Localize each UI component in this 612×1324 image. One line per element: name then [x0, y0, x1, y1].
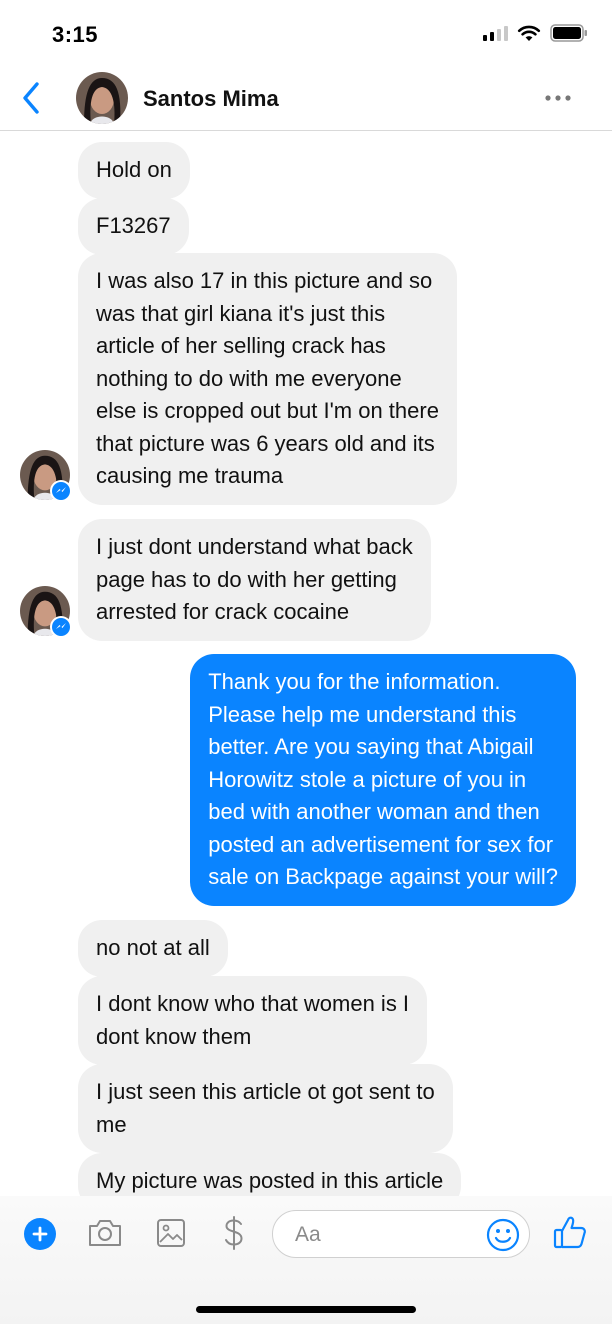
contact-name[interactable]: Santos Mima — [143, 86, 279, 112]
cellular-signal-icon — [483, 25, 508, 41]
incoming-message[interactable]: no not at all — [78, 920, 228, 977]
plus-icon — [32, 1226, 48, 1242]
status-bar: 3:15 — [0, 0, 612, 68]
thumbs-up-icon — [553, 1216, 586, 1249]
incoming-message[interactable]: I dont know who that women is I dont kno… — [78, 976, 428, 1065]
incoming-message[interactable]: I just seen this article ot got sent to … — [78, 1064, 453, 1153]
more-icon — [545, 95, 571, 101]
camera-button[interactable] — [86, 1216, 124, 1250]
messenger-badge-icon — [56, 623, 66, 629]
incoming-message[interactable]: I was also 17 in this picture and so was… — [78, 253, 457, 505]
status-icons — [483, 24, 588, 42]
message-input[interactable]: Aa — [272, 1210, 530, 1258]
message-input-placeholder: Aa — [295, 1223, 321, 1246]
sender-avatar[interactable] — [20, 450, 72, 502]
status-time: 3:15 — [52, 22, 99, 47]
back-button[interactable] — [14, 78, 48, 118]
incoming-message[interactable]: My picture was posted in this article — [78, 1153, 462, 1196]
conversation-header: Santos Mima — [0, 68, 612, 131]
incoming-message[interactable]: Hold on — [78, 142, 190, 199]
contact-avatar[interactable] — [76, 72, 128, 124]
incoming-message[interactable]: F13267 — [78, 198, 189, 255]
back-chevron-icon — [23, 82, 39, 114]
message-list[interactable]: Hold on F13267 I was also 17 in this pic… — [0, 132, 612, 1196]
home-indicator[interactable] — [196, 1306, 416, 1313]
gallery-button[interactable] — [154, 1216, 188, 1250]
more-actions-button[interactable] — [24, 1218, 56, 1250]
payment-button[interactable] — [220, 1214, 248, 1252]
like-button[interactable] — [552, 1212, 588, 1252]
camera-icon — [89, 1220, 121, 1246]
emoji-button[interactable] — [485, 1217, 521, 1253]
more-options-button[interactable] — [540, 88, 576, 108]
emoji-icon — [486, 1218, 520, 1252]
outgoing-message[interactable]: Thank you for the information. Please he… — [190, 654, 576, 906]
wifi-icon — [517, 25, 541, 41]
messenger-badge-icon — [56, 487, 66, 493]
dollar-icon — [225, 1216, 243, 1250]
incoming-message[interactable]: I just dont understand what back page ha… — [78, 519, 431, 641]
battery-icon — [550, 24, 587, 42]
composer-bar: Aa — [0, 1196, 612, 1324]
gallery-icon — [157, 1219, 185, 1247]
sender-avatar[interactable] — [20, 586, 72, 638]
